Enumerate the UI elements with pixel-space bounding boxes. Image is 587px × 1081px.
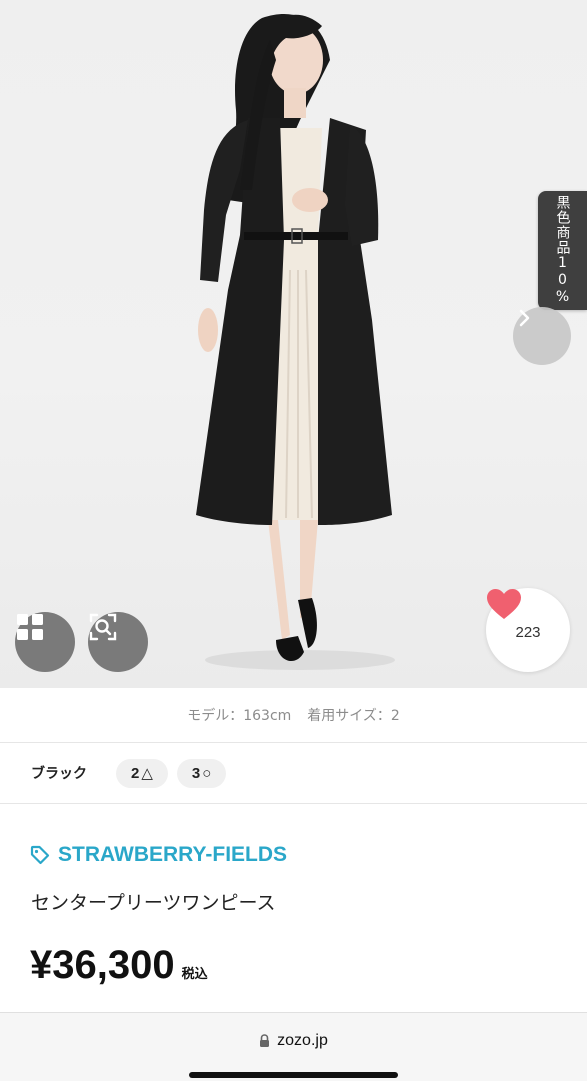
- model-size: 着用サイズ：2: [307, 708, 400, 724]
- color-label: ブラック: [31, 766, 87, 782]
- chevron-right-icon: [519, 309, 530, 327]
- brand-link[interactable]: STRAWBERRY-FIELDS: [30, 843, 287, 867]
- heart-icon: [487, 589, 521, 619]
- image-search-button[interactable]: [88, 612, 148, 672]
- size-value: 3: [191, 764, 201, 782]
- size-option-2[interactable]: 2 △: [116, 758, 168, 788]
- product-image[interactable]: 黒色商品10% 223: [0, 0, 587, 688]
- thumbnail-grid-button[interactable]: [15, 612, 75, 672]
- zoom-search-icon: [89, 613, 117, 641]
- next-image-button[interactable]: [513, 307, 571, 365]
- stock-mark: ○: [202, 764, 212, 782]
- variant-selector: ブラック 2 △ 3 ○: [0, 743, 587, 804]
- stock-mark: △: [141, 765, 153, 782]
- model-height: モデル：163cm: [187, 708, 292, 724]
- promo-side-tab[interactable]: 黒色商品10%: [538, 191, 587, 310]
- browser-address-bar[interactable]: zozo.jp: [0, 1012, 587, 1081]
- price-value: ¥36,300: [30, 943, 175, 987]
- url-display[interactable]: zozo.jp: [0, 1032, 587, 1050]
- brand-name: STRAWBERRY-FIELDS: [58, 843, 288, 866]
- size-value: 2: [131, 764, 140, 782]
- promo-side-tab-label: 黒色商品10%: [554, 195, 571, 306]
- model-photo: [196, 14, 395, 670]
- tax-label: 税込: [181, 967, 208, 982]
- price: ¥36,300 税込: [30, 942, 208, 988]
- tag-icon: [30, 845, 50, 865]
- favorite-count: 223: [515, 623, 541, 641]
- product-title: センタープリーツワンピース: [31, 892, 276, 914]
- favorite-button[interactable]: 223: [486, 588, 570, 672]
- model-info: モデル：163cm 着用サイズ：2: [0, 688, 587, 743]
- grid-icon: [17, 614, 43, 640]
- lock-icon: [260, 1034, 270, 1047]
- size-option-3[interactable]: 3 ○: [176, 758, 227, 788]
- url-text: zozo.jp: [277, 1032, 328, 1049]
- home-indicator[interactable]: [189, 1072, 398, 1078]
